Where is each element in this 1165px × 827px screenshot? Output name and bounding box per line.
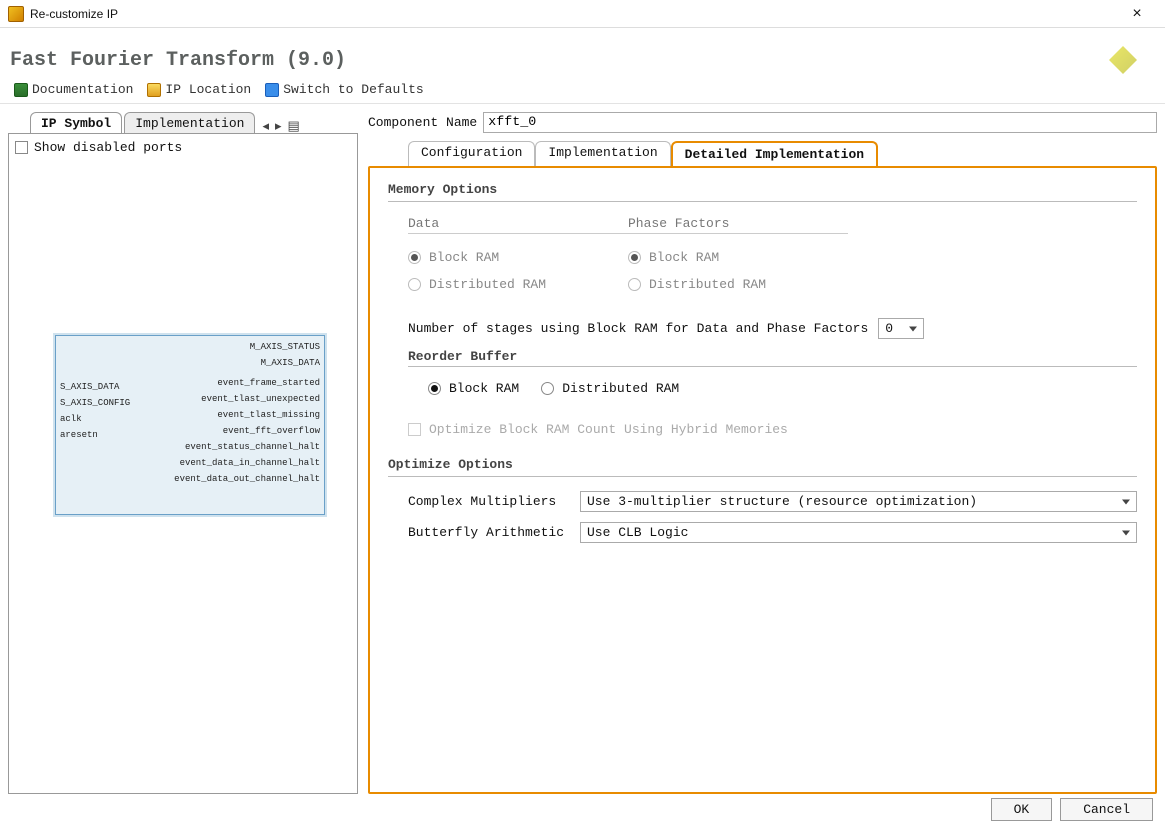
checkbox-icon xyxy=(408,423,421,436)
port-m-axis-data: M_AXIS_DATA xyxy=(261,358,320,368)
port-aclk: aclk xyxy=(60,414,82,424)
butterfly-arithmetic-select[interactable]: Use CLB Logic xyxy=(580,522,1137,543)
folder-icon xyxy=(147,83,161,97)
book-icon xyxy=(14,83,28,97)
port-event-fft-overflow: event_fft_overflow xyxy=(223,426,320,436)
stages-label: Number of stages using Block RAM for Dat… xyxy=(408,321,868,336)
tab-ip-symbol[interactable]: IP Symbol xyxy=(30,112,122,134)
ip-diagram: S_AXIS_DATA S_AXIS_CONFIG aclk aresetn M… xyxy=(55,335,325,515)
switch-defaults-button[interactable]: Switch to Defaults xyxy=(261,80,427,99)
complex-multipliers-select[interactable]: Use 3-multiplier structure (resource opt… xyxy=(580,491,1137,512)
tab-next-icon[interactable]: ▸ xyxy=(274,118,283,134)
component-name-input[interactable] xyxy=(483,112,1157,133)
page-title: Fast Fourier Transform (9.0) xyxy=(10,49,346,72)
optimize-options-label: Optimize Options xyxy=(388,457,1137,472)
complex-multipliers-label: Complex Multipliers xyxy=(408,494,570,509)
window-title: Re-customize IP xyxy=(30,7,1117,21)
port-event-frame-started: event_frame_started xyxy=(217,378,320,388)
ip-location-button[interactable]: IP Location xyxy=(143,80,255,99)
port-aresetn: aresetn xyxy=(60,430,98,440)
stages-select[interactable]: 0 xyxy=(878,318,924,339)
reorder-buffer-label: Reorder Buffer xyxy=(408,349,1137,367)
close-icon[interactable]: × xyxy=(1117,5,1157,23)
component-name-label: Component Name xyxy=(368,115,477,130)
radio-reorder-dist-ram[interactable] xyxy=(541,382,554,395)
logo-icon xyxy=(1109,46,1137,74)
radio-data-block-ram xyxy=(408,251,421,264)
port-event-data-in-halt: event_data_in_channel_halt xyxy=(180,458,320,468)
tab-prev-icon[interactable]: ◂ xyxy=(261,118,270,134)
tab-implementation-left[interactable]: Implementation xyxy=(124,112,255,134)
port-m-axis-status: M_AXIS_STATUS xyxy=(250,342,320,352)
port-event-tlast-missing: event_tlast_missing xyxy=(217,410,320,420)
memory-options-label: Memory Options xyxy=(388,182,1137,197)
radio-phase-block-ram xyxy=(628,251,641,264)
butterfly-arithmetic-label: Butterfly Arithmetic xyxy=(408,525,570,540)
port-s-axis-config: S_AXIS_CONFIG xyxy=(60,398,130,408)
port-event-tlast-unexpected: event_tlast_unexpected xyxy=(201,394,320,404)
optimize-hybrid-checkbox: Optimize Block RAM Count Using Hybrid Me… xyxy=(408,422,1137,437)
radio-phase-dist-ram xyxy=(628,278,641,291)
port-s-axis-data: S_AXIS_DATA xyxy=(60,382,119,392)
phase-column-label: Phase Factors xyxy=(628,216,848,234)
tab-detailed-implementation[interactable]: Detailed Implementation xyxy=(671,141,878,167)
radio-data-dist-ram xyxy=(408,278,421,291)
cancel-button[interactable]: Cancel xyxy=(1060,798,1153,821)
ok-button[interactable]: OK xyxy=(991,798,1053,821)
show-disabled-ports-checkbox[interactable]: Show disabled ports xyxy=(15,140,351,155)
ip-icon xyxy=(8,6,24,22)
radio-reorder-block-ram[interactable] xyxy=(428,382,441,395)
documentation-button[interactable]: Documentation xyxy=(10,80,137,99)
port-event-status-halt: event_status_channel_halt xyxy=(185,442,320,452)
tab-configuration[interactable]: Configuration xyxy=(408,141,535,167)
port-event-data-out-halt: event_data_out_channel_halt xyxy=(174,474,320,484)
checkbox-icon xyxy=(15,141,28,154)
tab-nav: ◂ ▸ ▤ xyxy=(261,118,300,134)
tab-implementation[interactable]: Implementation xyxy=(535,141,670,167)
data-column-label: Data xyxy=(408,216,628,234)
refresh-icon xyxy=(265,83,279,97)
tab-menu-icon[interactable]: ▤ xyxy=(287,118,301,134)
